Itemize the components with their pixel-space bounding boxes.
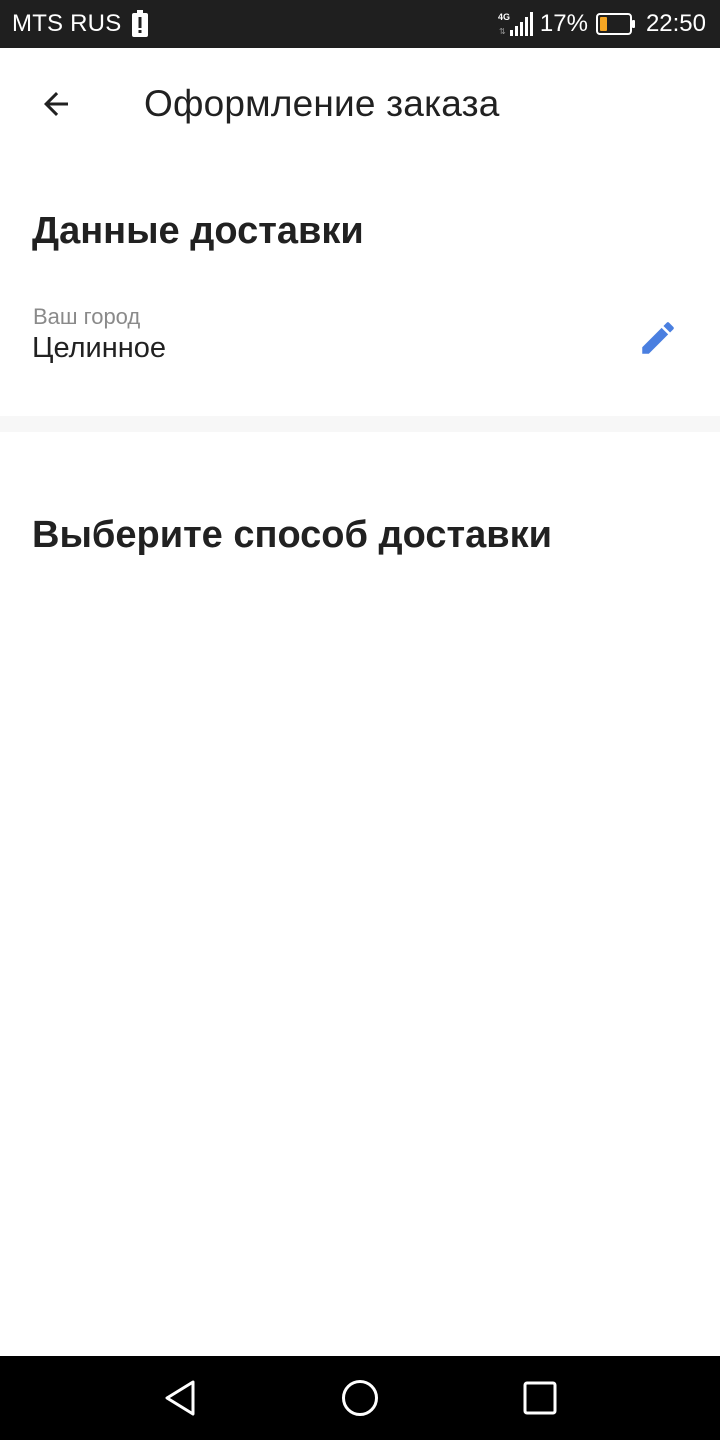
section-divider	[0, 416, 720, 432]
delivery-data-heading: Данные доставки	[32, 210, 364, 252]
nav-recents-button[interactable]	[504, 1362, 576, 1434]
status-bar: MTS RUS 4G ⇅ 17% 22:50	[0, 0, 720, 48]
signal-icon: 4G ⇅	[498, 11, 534, 37]
arrow-left-icon	[44, 92, 68, 116]
edit-city-button[interactable]	[630, 310, 686, 366]
carrier-name: MTS RUS	[12, 10, 122, 37]
app-bar: Оформление заказа	[0, 48, 720, 160]
delivery-method-heading: Выберите способ доставки	[32, 514, 552, 556]
recents-square-icon	[523, 1381, 557, 1415]
clock-time: 22:50	[645, 10, 706, 37]
nav-home-button[interactable]	[324, 1362, 396, 1434]
status-right: 4G ⇅ 17% 22:50	[498, 10, 706, 38]
delivery-method-section: Выберите способ доставки	[0, 432, 720, 1356]
nav-back-button[interactable]	[144, 1362, 216, 1434]
city-value: Целинное	[32, 332, 167, 364]
city-label: Ваш город	[33, 304, 141, 329]
back-button[interactable]	[28, 76, 84, 132]
svg-text:4G: 4G	[498, 12, 510, 22]
delivery-data-section: Данные доставки Ваш город Целинное	[0, 160, 720, 416]
pencil-icon	[642, 322, 674, 354]
svg-text:⇅: ⇅	[499, 27, 506, 36]
battery-percent: 17%	[539, 10, 588, 37]
page-title: Оформление заказа	[144, 83, 500, 124]
status-left: MTS RUS	[12, 10, 149, 38]
battery-icon	[595, 13, 636, 35]
home-circle-icon	[342, 1380, 378, 1416]
system-nav-bar	[0, 1356, 720, 1440]
alert-icon	[131, 10, 149, 38]
back-triangle-icon	[165, 1380, 195, 1416]
